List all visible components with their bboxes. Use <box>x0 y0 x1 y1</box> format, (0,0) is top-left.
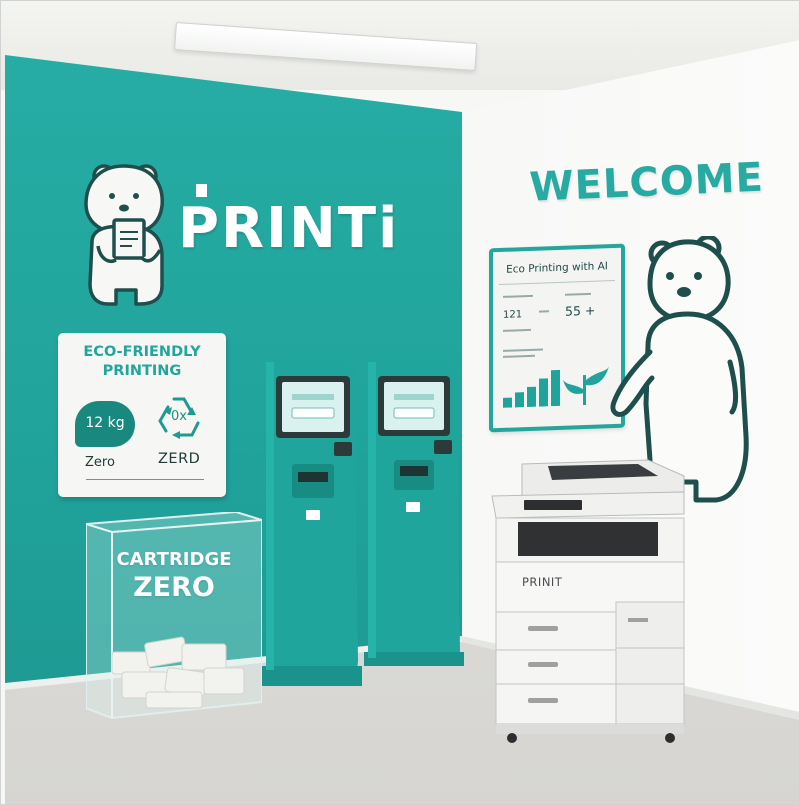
brand-name: PRINTi <box>178 196 400 261</box>
dashboard-title: Eco Printing with AI <box>506 260 608 276</box>
multifunction-copier[interactable] <box>488 456 692 746</box>
welcome-sign: WELCOME <box>528 154 765 211</box>
bin-label-line1: CARTRIDGE <box>116 549 232 570</box>
badge-caption: Zero <box>85 455 115 470</box>
eco-title-line2: PRINTING <box>102 363 182 379</box>
dashboard-line <box>503 328 531 332</box>
dashboard-divider <box>499 279 615 286</box>
brand-logo: PRINTi <box>178 184 418 276</box>
print-kiosk[interactable] <box>364 360 464 690</box>
recycle-caption: ZERD <box>158 451 201 467</box>
weight-badge-value: 12 kg <box>85 415 125 431</box>
recycle-value: 0x <box>171 409 187 424</box>
dashboard-stat-right: 55 + <box>565 302 596 319</box>
bar-graphic <box>503 366 609 408</box>
dashboard-stat-left: 121 <box>503 309 523 321</box>
dashboard-line <box>503 354 535 358</box>
dashboard-line <box>503 294 533 298</box>
eco-title-line1: ECO-FRIENDLY <box>83 344 201 360</box>
eco-panel-divider <box>86 479 204 480</box>
dashboard-line <box>565 292 591 296</box>
cartridge-recycling-bin: CARTRIDGE ZERO <box>86 512 262 724</box>
dashboard-line <box>539 310 549 313</box>
bin-label: CARTRIDGE ZERO <box>86 548 262 604</box>
recycle-icon: 0x <box>154 391 204 443</box>
leaf-icon <box>563 366 609 406</box>
store-scene: PRINTi WELCOME ECO-FRIENDLY PRINTING 12 … <box>0 0 800 805</box>
eco-friendly-panel: ECO-FRIENDLY PRINTING 12 kg 0x Zero ZERD <box>58 333 226 497</box>
weight-badge: 12 kg <box>75 401 135 447</box>
eco-panel-title: ECO-FRIENDLY PRINTING <box>58 343 226 381</box>
dashboard-line <box>503 348 543 352</box>
bin-label-line2: ZERO <box>133 572 215 603</box>
copier-brand-label: PRINIT <box>522 575 563 589</box>
print-kiosk[interactable] <box>262 360 362 690</box>
bear-decal-icon <box>84 164 164 306</box>
